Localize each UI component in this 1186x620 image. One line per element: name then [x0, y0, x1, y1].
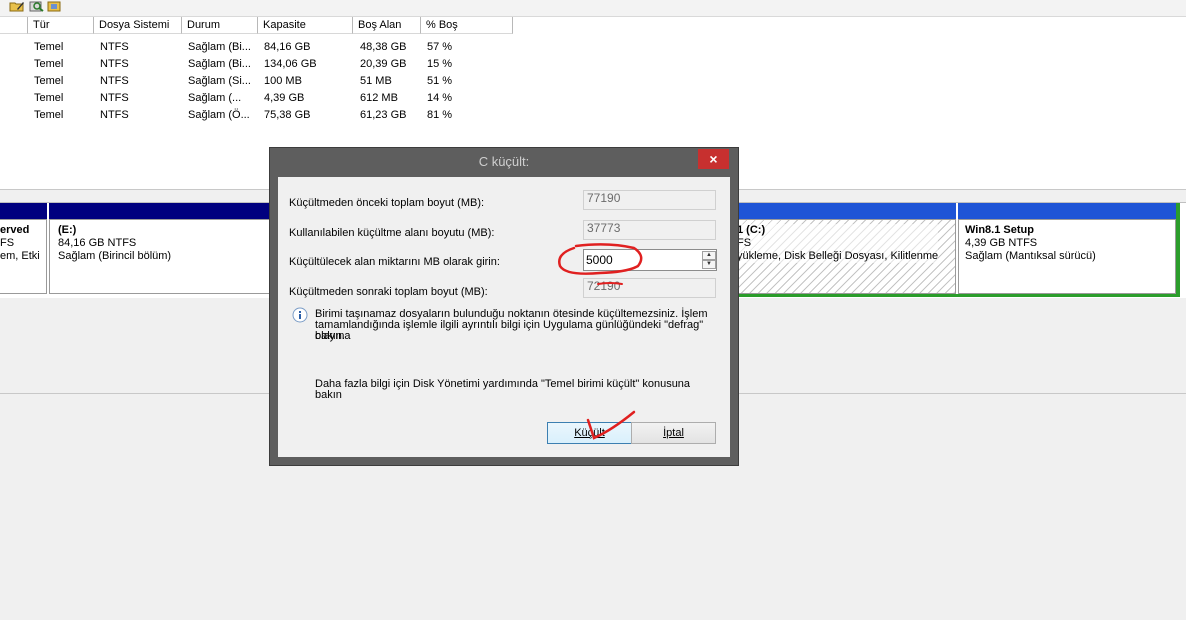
cell-type: Temel — [34, 92, 64, 104]
total-before-value: 77190 — [583, 190, 716, 210]
cell-percent-free: 57 % — [427, 41, 453, 53]
cell-free-space: 48,38 GB — [360, 41, 407, 53]
cell-percent-free: 51 % — [427, 75, 453, 87]
cell-type: Temel — [34, 109, 64, 121]
cell-status: Sağlam (Si... — [188, 75, 251, 87]
cell-filesystem: NTFS — [100, 92, 129, 104]
cell-capacity: 4,39 GB — [264, 92, 305, 104]
table-row[interactable]: Temel NTFS Sağlam (Ö... 75,38 GB 61,23 G… — [0, 107, 520, 124]
available-value: 37773 — [583, 220, 716, 240]
shrink-dialog: C küçült: × Küçültmeden önceki toplam bo… — [270, 148, 738, 465]
total-after-label: Küçültmeden sonraki toplam boyut (MB): — [289, 286, 488, 298]
volume-e-fs: 84,16 GB NTFS — [58, 237, 137, 249]
spin-up-icon[interactable]: ▲ — [702, 251, 716, 260]
total-after-value: 72190 — [583, 278, 716, 298]
volume-reserved-fs: FS — [0, 237, 15, 249]
column-header-percent-free[interactable]: % Boş — [421, 17, 513, 34]
cell-status: Sağlam (... — [188, 92, 242, 104]
available-label: Kullanılabilen küçültme alanı boyutu (MB… — [289, 227, 495, 239]
volume-e-title: (E:) — [58, 224, 77, 236]
volume-reserved-status: em, Etki — [0, 250, 40, 262]
column-header-type[interactable]: Tür — [28, 17, 94, 34]
volume-c-status: yükleme, Disk Belleği Dosyası, Kilitlenm… — [737, 250, 939, 262]
cell-free-space: 51 MB — [360, 75, 392, 87]
cell-filesystem: NTFS — [100, 109, 129, 121]
cell-percent-free: 15 % — [427, 58, 453, 70]
cell-percent-free: 14 % — [427, 92, 453, 104]
folder-edit-icon[interactable] — [9, 0, 25, 12]
help-line-2: bakın — [315, 389, 342, 401]
volume-bar-reserved — [0, 203, 47, 219]
cell-percent-free: 81 % — [427, 109, 453, 121]
extended-partition-border — [1176, 203, 1180, 297]
cell-free-space: 20,39 GB — [360, 58, 407, 70]
cell-capacity: 84,16 GB — [264, 41, 311, 53]
volume-win81[interactable]: Win8.1 Setup 4,39 GB NTFS Sağlam (Mantık… — [958, 219, 1176, 294]
disk-search-icon[interactable] — [29, 0, 45, 12]
volume-win81-status: Sağlam (Mantıksal sürücü) — [965, 250, 1096, 262]
volume-bar-e — [49, 203, 271, 219]
cell-filesystem: NTFS — [100, 75, 129, 87]
cell-type: Temel — [34, 58, 64, 70]
volume-bar-win81 — [958, 203, 1176, 219]
volume-e-status: Sağlam (Birincil bölüm) — [58, 250, 172, 262]
cell-type: Temel — [34, 75, 64, 87]
volume-win81-fs: 4,39 GB NTFS — [965, 237, 1038, 249]
extended-partition-bottom — [736, 294, 1180, 297]
table-row[interactable]: Temel NTFS Sağlam (Bi... 134,06 GB 20,39… — [0, 56, 520, 73]
info-icon — [292, 307, 308, 323]
dialog-title: C küçült: — [478, 154, 530, 169]
cell-capacity: 75,38 GB — [264, 109, 311, 121]
shrink-amount-label: Küçültülecek alan miktarını MB olarak gi… — [289, 256, 500, 268]
total-before-label: Küçültmeden önceki toplam boyut (MB): — [289, 197, 485, 209]
column-header-free-space[interactable]: Boş Alan — [353, 17, 421, 34]
cancel-button[interactable]: İptal — [631, 422, 716, 444]
close-button[interactable]: × — [698, 149, 729, 169]
cell-free-space: 61,23 GB — [360, 109, 407, 121]
shrink-amount-stepper[interactable]: ▲ ▼ — [583, 249, 717, 271]
column-header-name[interactable] — [0, 17, 28, 34]
volume-c[interactable]: 1 (C:) FS yükleme, Disk Belleği Dosyası,… — [737, 219, 956, 294]
volume-bar-c — [738, 203, 956, 219]
volume-reserved[interactable]: erved FS em, Etki — [0, 219, 47, 294]
table-row[interactable]: Temel NTFS Sağlam (Si... 100 MB 51 MB 51… — [0, 73, 520, 90]
shrink-amount-input[interactable] — [586, 252, 696, 267]
volume-c-fs: FS — [737, 237, 752, 249]
column-header-status[interactable]: Durum — [182, 17, 258, 34]
cell-capacity: 100 MB — [264, 75, 302, 87]
toolbar — [0, 0, 1186, 17]
cell-capacity: 134,06 GB — [264, 58, 317, 70]
cell-filesystem: NTFS — [100, 41, 129, 53]
dialog-client: Küçültmeden önceki toplam boyut (MB): 77… — [278, 177, 730, 457]
cell-type: Temel — [34, 41, 64, 53]
spin-down-icon[interactable]: ▼ — [702, 260, 716, 269]
volume-win81-title: Win8.1 Setup — [965, 224, 1034, 236]
column-header-capacity[interactable]: Kapasite — [258, 17, 353, 34]
volume-e[interactable]: (E:) 84,16 GB NTFS Sağlam (Birincil bölü… — [49, 219, 271, 294]
cell-status: Sağlam (Bi... — [188, 41, 251, 53]
column-header-filesystem[interactable]: Dosya Sistemi — [94, 17, 182, 34]
disk-settings-icon[interactable] — [47, 0, 63, 12]
table-row[interactable]: Temel NTFS Sağlam (... 4,39 GB 612 MB 14… — [0, 90, 520, 107]
volume-c-title: 1 (C:) — [737, 224, 766, 236]
cell-status: Sağlam (Bi... — [188, 58, 251, 70]
cell-filesystem: NTFS — [100, 58, 129, 70]
table-row[interactable]: Temel NTFS Sağlam (Bi... 84,16 GB 48,38 … — [0, 39, 520, 56]
shrink-button[interactable]: Küçült — [547, 422, 632, 444]
cell-status: Sağlam (Ö... — [188, 109, 250, 121]
help-line-1: Daha fazla bilgi için Disk Yönetimi yard… — [315, 378, 691, 390]
volume-reserved-title: erved — [0, 224, 30, 236]
info-line-3: bakın. — [315, 330, 345, 342]
cell-free-space: 612 MB — [360, 92, 398, 104]
